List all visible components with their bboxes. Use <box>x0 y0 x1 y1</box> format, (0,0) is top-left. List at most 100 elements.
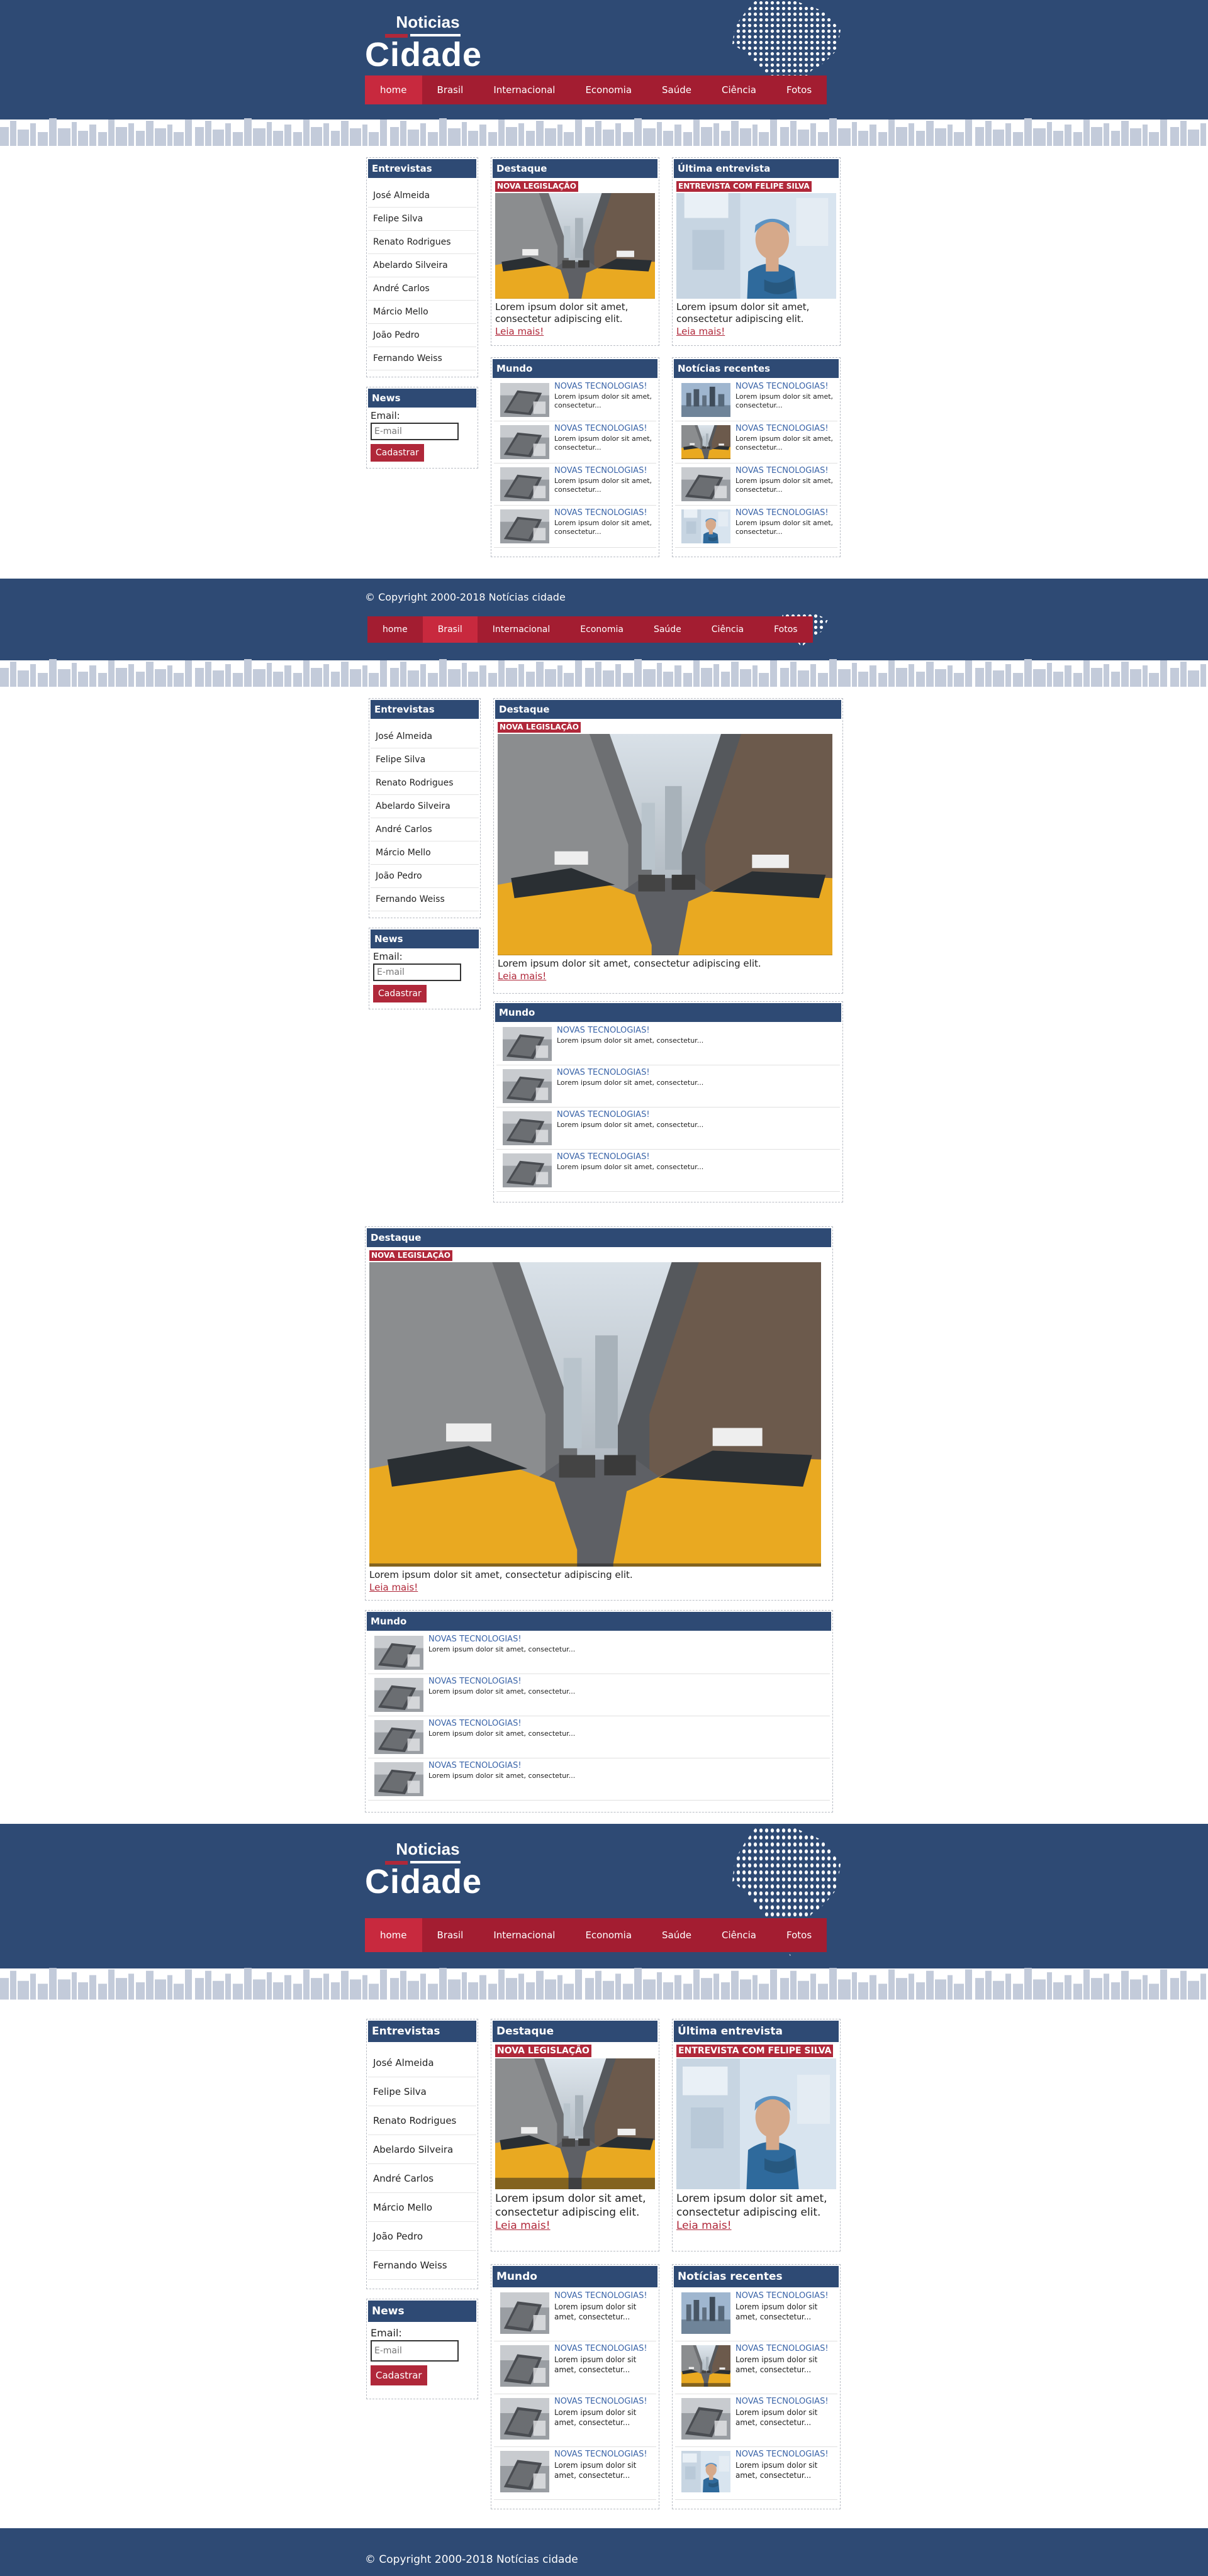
news-item-title[interactable]: NOVAS TECNOLOGIAS! <box>428 1677 522 1686</box>
list-item[interactable]: NOVAS TECNOLOGIAS! Lorem ipsum dolor sit … <box>494 464 656 506</box>
list-item[interactable]: NOVAS TECNOLOGIAS! Lorem ipsum dolor sit … <box>496 1150 840 1192</box>
nav-item-brasil[interactable]: Brasil <box>422 1918 479 1952</box>
sidebar-item[interactable]: José Almeida <box>371 725 479 748</box>
news-item-title[interactable]: NOVAS TECNOLOGIAS! <box>554 2397 647 2406</box>
nav-item-fotos[interactable]: Fotos <box>771 75 827 104</box>
sidebar-item[interactable]: Renato Rodrigues <box>371 772 479 795</box>
nav-item-economia[interactable]: Economia <box>565 616 639 643</box>
nav-item-fotos[interactable]: Fotos <box>759 616 812 643</box>
nav-item-internacional[interactable]: Internacional <box>478 616 566 643</box>
featured-image[interactable] <box>495 2058 655 2189</box>
subscribe-button[interactable]: Cadastrar <box>371 444 424 462</box>
news-item-title[interactable]: NOVAS TECNOLOGIAS! <box>557 1152 650 1162</box>
list-item[interactable]: NOVAS TECNOLOGIAS! Lorem ipsum dolor sit … <box>494 2341 656 2394</box>
nav-item-ciencia[interactable]: Ciência <box>696 616 759 643</box>
email-input[interactable] <box>373 963 461 981</box>
news-item-title[interactable]: NOVAS TECNOLOGIAS! <box>735 382 829 391</box>
news-item-title[interactable]: NOVAS TECNOLOGIAS! <box>735 424 829 433</box>
nav-item-fotos[interactable]: Fotos <box>771 1918 827 1952</box>
news-item-title[interactable]: NOVAS TECNOLOGIAS! <box>554 2450 647 2459</box>
list-item[interactable]: NOVAS TECNOLOGIAS! Lorem ipsum dolor sit … <box>675 506 837 548</box>
sidebar-item[interactable]: João Pedro <box>368 2222 476 2251</box>
sidebar-item[interactable]: Fernando Weiss <box>368 2251 476 2280</box>
news-item-title[interactable]: NOVAS TECNOLOGIAS! <box>554 382 647 391</box>
sidebar-item[interactable]: Fernando Weiss <box>368 347 476 370</box>
list-item[interactable]: NOVAS TECNOLOGIAS! Lorem ipsum dolor sit … <box>368 1758 830 1801</box>
nav-item-saude[interactable]: Saúde <box>639 616 696 643</box>
sidebar-item[interactable]: Abelardo Silveira <box>368 2135 476 2164</box>
news-item-title[interactable]: NOVAS TECNOLOGIAS! <box>735 2344 829 2353</box>
list-item[interactable]: NOVAS TECNOLOGIAS! Lorem ipsum dolor sit … <box>494 506 656 548</box>
featured-image[interactable] <box>498 734 832 955</box>
sidebar-item[interactable]: José Almeida <box>368 2048 476 2077</box>
read-more-link[interactable]: Leia mais! <box>676 326 725 337</box>
sidebar-item[interactable]: Felipe Silva <box>368 208 476 231</box>
sidebar-item[interactable]: André Carlos <box>368 277 476 301</box>
news-item-title[interactable]: NOVAS TECNOLOGIAS! <box>557 1068 650 1077</box>
news-item-title[interactable]: NOVAS TECNOLOGIAS! <box>735 508 829 518</box>
nav-item-brasil[interactable]: Brasil <box>422 616 478 643</box>
news-item-title[interactable]: NOVAS TECNOLOGIAS! <box>557 1026 650 1035</box>
nav-item-home[interactable]: home <box>365 75 422 104</box>
list-item[interactable]: NOVAS TECNOLOGIAS! Lorem ipsum dolor sit … <box>675 421 837 464</box>
nav-item-economia[interactable]: Economia <box>570 1918 647 1952</box>
news-item-title[interactable]: NOVAS TECNOLOGIAS! <box>735 466 829 475</box>
nav-item-brasil[interactable]: Brasil <box>422 75 479 104</box>
featured-image[interactable] <box>369 1262 821 1567</box>
read-more-link[interactable]: Leia mais! <box>495 326 544 337</box>
read-more-link[interactable]: Leia mais! <box>369 1582 418 1593</box>
list-item[interactable]: NOVAS TECNOLOGIAS! Lorem ipsum dolor sit … <box>494 2447 656 2500</box>
list-item[interactable]: NOVAS TECNOLOGIAS! Lorem ipsum dolor sit … <box>496 1108 840 1150</box>
site-logo[interactable]: Noticias Cidade <box>365 13 481 74</box>
email-input[interactable] <box>371 2340 459 2362</box>
read-more-link[interactable]: Leia mais! <box>498 970 546 982</box>
list-item[interactable]: NOVAS TECNOLOGIAS! Lorem ipsum dolor sit … <box>675 2289 837 2341</box>
news-item-title[interactable]: NOVAS TECNOLOGIAS! <box>735 2291 829 2301</box>
sidebar-item[interactable]: Abelardo Silveira <box>371 795 479 818</box>
nav-item-saude[interactable]: Saúde <box>647 1918 707 1952</box>
sidebar-item[interactable]: Felipe Silva <box>371 748 479 772</box>
interview-image[interactable] <box>676 193 836 299</box>
sidebar-item[interactable]: Márcio Mello <box>368 301 476 324</box>
sidebar-item[interactable]: João Pedro <box>371 865 479 888</box>
list-item[interactable]: NOVAS TECNOLOGIAS! Lorem ipsum dolor sit … <box>675 2447 837 2500</box>
list-item[interactable]: NOVAS TECNOLOGIAS! Lorem ipsum dolor sit … <box>496 1065 840 1108</box>
news-item-title[interactable]: NOVAS TECNOLOGIAS! <box>735 2450 829 2459</box>
news-item-title[interactable]: NOVAS TECNOLOGIAS! <box>554 508 647 518</box>
news-item-title[interactable]: NOVAS TECNOLOGIAS! <box>557 1110 650 1119</box>
featured-image[interactable] <box>495 193 655 299</box>
list-item[interactable]: NOVAS TECNOLOGIAS! Lorem ipsum dolor sit … <box>675 2394 837 2447</box>
nav-item-economia[interactable]: Economia <box>570 75 647 104</box>
list-item[interactable]: NOVAS TECNOLOGIAS! Lorem ipsum dolor sit … <box>368 1632 830 1674</box>
news-item-title[interactable]: NOVAS TECNOLOGIAS! <box>428 1635 522 1644</box>
list-item[interactable]: NOVAS TECNOLOGIAS! Lorem ipsum dolor sit … <box>494 421 656 464</box>
subscribe-button[interactable]: Cadastrar <box>371 2365 427 2385</box>
sidebar-item[interactable]: Felipe Silva <box>368 2077 476 2106</box>
news-item-title[interactable]: NOVAS TECNOLOGIAS! <box>554 424 647 433</box>
list-item[interactable]: NOVAS TECNOLOGIAS! Lorem ipsum dolor sit … <box>494 2289 656 2341</box>
list-item[interactable]: NOVAS TECNOLOGIAS! Lorem ipsum dolor sit … <box>494 379 656 421</box>
nav-item-internacional[interactable]: Internacional <box>478 75 570 104</box>
subscribe-button[interactable]: Cadastrar <box>373 985 427 1002</box>
sidebar-item[interactable]: Abelardo Silveira <box>368 254 476 277</box>
sidebar-item[interactable]: Márcio Mello <box>371 841 479 865</box>
list-item[interactable]: NOVAS TECNOLOGIAS! Lorem ipsum dolor sit … <box>368 1716 830 1758</box>
news-item-title[interactable]: NOVAS TECNOLOGIAS! <box>554 2344 647 2353</box>
read-more-link[interactable]: Leia mais! <box>676 2219 732 2232</box>
sidebar-item[interactable]: Renato Rodrigues <box>368 2106 476 2135</box>
nav-item-internacional[interactable]: Internacional <box>478 1918 570 1952</box>
list-item[interactable]: NOVAS TECNOLOGIAS! Lorem ipsum dolor sit … <box>496 1023 840 1065</box>
sidebar-item[interactable]: Renato Rodrigues <box>368 231 476 254</box>
news-item-title[interactable]: NOVAS TECNOLOGIAS! <box>554 2291 647 2301</box>
sidebar-item[interactable]: João Pedro <box>368 324 476 347</box>
list-item[interactable]: NOVAS TECNOLOGIAS! Lorem ipsum dolor sit … <box>494 2394 656 2447</box>
nav-item-ciencia[interactable]: Ciência <box>707 75 771 104</box>
site-logo[interactable]: Noticias Cidade <box>365 1840 481 1901</box>
sidebar-item[interactable]: André Carlos <box>368 2164 476 2193</box>
sidebar-item[interactable]: Fernando Weiss <box>371 888 479 911</box>
sidebar-item[interactable]: José Almeida <box>368 184 476 208</box>
interview-image[interactable] <box>676 2058 836 2189</box>
nav-item-home[interactable]: home <box>365 1918 422 1952</box>
news-item-title[interactable]: NOVAS TECNOLOGIAS! <box>428 1719 522 1728</box>
read-more-link[interactable]: Leia mais! <box>495 2219 551 2232</box>
